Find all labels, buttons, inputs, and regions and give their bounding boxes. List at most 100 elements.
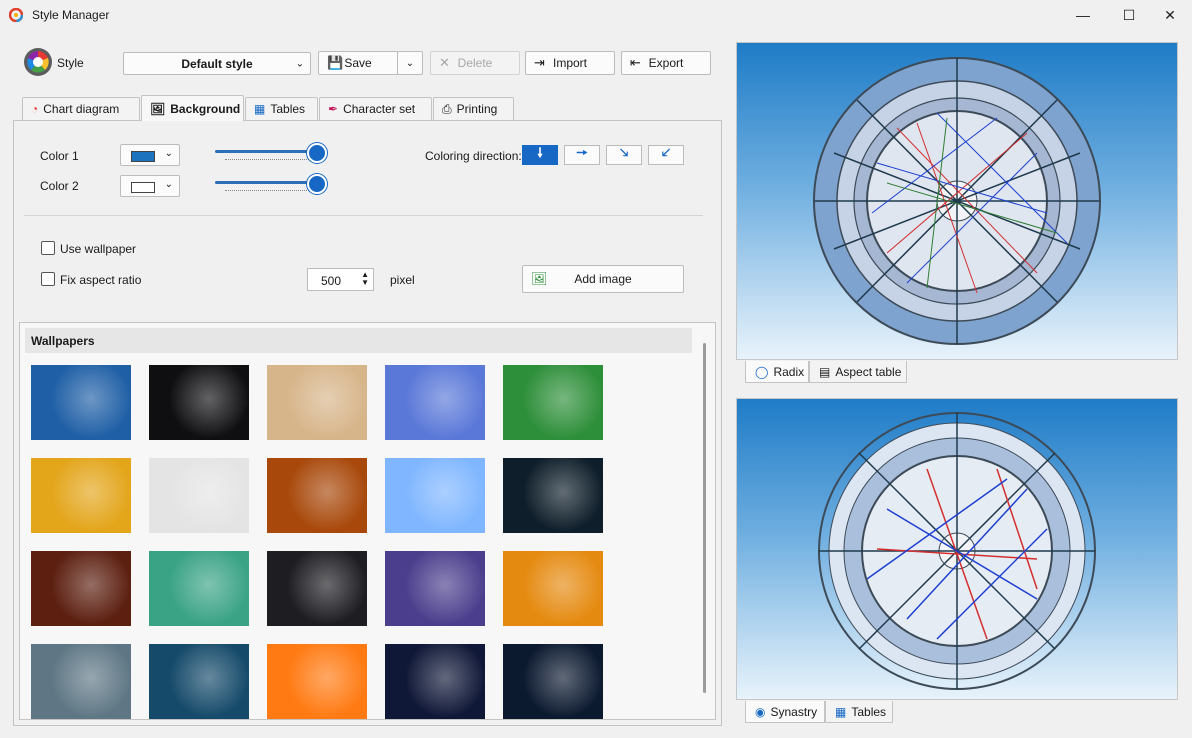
tab-background[interactable]: 🖼 Background xyxy=(141,95,244,121)
add-image-label: Add image xyxy=(574,272,632,286)
tab-character-set[interactable]: ✒ Character set xyxy=(319,97,432,120)
tab-radix[interactable]: ◯ Radix xyxy=(745,361,809,383)
wallpapers-scrollbar[interactable] xyxy=(703,343,706,693)
coloring-direction-label: Coloring direction: xyxy=(425,149,522,163)
wallpaper-thumbnail[interactable] xyxy=(503,365,603,440)
synastry-chart-graphic xyxy=(818,412,1096,690)
wallpaper-thumbnail[interactable] xyxy=(503,458,603,533)
fix-aspect-ratio-checkbox[interactable] xyxy=(41,272,55,286)
circle-icon: ◯ xyxy=(755,364,769,379)
radix-chart-graphic xyxy=(813,57,1101,345)
maximize-button[interactable]: ☐ xyxy=(1106,0,1152,30)
wallpaper-thumbnail[interactable] xyxy=(503,644,603,719)
size-spinner[interactable]: 500 ▲ ▼ xyxy=(307,268,374,291)
radix-preview xyxy=(736,42,1178,360)
delete-label: Delete xyxy=(457,56,493,70)
wallpaper-thumbnail[interactable] xyxy=(31,365,131,440)
tab-printing[interactable]: ⎙ Printing xyxy=(433,97,514,120)
right-arrow-icon: 🠖 xyxy=(576,145,588,160)
wallpaper-thumbnail[interactable] xyxy=(31,458,131,533)
wallpaper-thumbnail[interactable] xyxy=(31,644,131,719)
table-icon: ▦ xyxy=(254,102,266,116)
direction-down-left-button[interactable]: 🡗 xyxy=(648,145,684,165)
wallpaper-thumbnail[interactable] xyxy=(385,644,485,719)
chevron-down-icon: ⌄ xyxy=(164,148,173,159)
wallpapers-header: Wallpapers xyxy=(25,328,692,353)
tab-label: Tables xyxy=(270,102,306,116)
color1-slider-thumb[interactable] xyxy=(307,143,327,163)
export-button[interactable]: ⇤ Export xyxy=(621,51,711,75)
image-icon: 🖼 xyxy=(531,271,548,286)
add-image-button[interactable]: 🖼 Add image xyxy=(522,265,684,293)
direction-down-button[interactable]: 🠗 xyxy=(522,145,558,165)
app-logo-icon xyxy=(9,8,23,22)
wallpaper-thumbnail[interactable] xyxy=(267,551,367,626)
style-wheel-icon xyxy=(24,48,52,76)
target-icon: ◉ xyxy=(755,704,766,719)
fix-aspect-ratio-label: Fix aspect ratio xyxy=(60,273,142,287)
tab-tables-preview[interactable]: ▦ Tables xyxy=(825,701,893,723)
wallpaper-thumbnail[interactable] xyxy=(267,365,367,440)
wallpaper-thumbnail[interactable] xyxy=(385,458,485,533)
use-wallpaper-checkbox[interactable] xyxy=(41,241,55,255)
tab-tables[interactable]: ▦ Tables xyxy=(245,97,318,120)
image-icon: 🖼 xyxy=(150,101,166,116)
wallpaper-thumbnail[interactable] xyxy=(149,365,249,440)
tab-synastry[interactable]: ◉ Synastry xyxy=(745,701,825,723)
style-select-value: Default style xyxy=(181,56,253,71)
pen-icon: ✒ xyxy=(328,102,339,116)
delete-button[interactable]: ✕ Delete xyxy=(430,51,520,75)
spinner-arrows-icon[interactable]: ▲ ▼ xyxy=(361,271,369,287)
color2-slider-track[interactable] xyxy=(215,181,318,184)
tab-label: Radix xyxy=(773,364,805,379)
chevron-down-icon: ⌄ xyxy=(295,58,304,69)
color1-picker[interactable]: ⌄ xyxy=(120,144,180,166)
slider-ticks xyxy=(225,188,315,191)
wallpaper-thumbnail[interactable] xyxy=(149,458,249,533)
direction-right-button[interactable]: 🠖 xyxy=(564,145,600,165)
tab-label: Tables xyxy=(851,704,887,719)
wallpapers-title: Wallpapers xyxy=(31,334,95,348)
synastry-preview xyxy=(736,398,1178,700)
color2-swatch xyxy=(131,182,155,193)
size-unit-label: pixel xyxy=(390,273,415,287)
save-label: Save xyxy=(344,56,372,70)
color1-slider-track[interactable] xyxy=(215,150,318,153)
color2-picker[interactable]: ⌄ xyxy=(120,175,180,197)
wallpaper-thumbnail[interactable] xyxy=(149,644,249,719)
wallpaper-thumbnail[interactable] xyxy=(385,365,485,440)
down-arrow-icon: 🠗 xyxy=(537,145,543,160)
direction-down-right-button[interactable]: 🡖 xyxy=(606,145,642,165)
style-select[interactable]: Default style ⌄ xyxy=(123,52,311,75)
down-right-arrow-icon: 🡖 xyxy=(619,145,629,160)
import-button[interactable]: ⇥ Import xyxy=(525,51,615,75)
tab-label: Synastry xyxy=(770,704,818,719)
title-bar: Style Manager — ☐ ✕ xyxy=(0,0,1192,30)
tab-label: Printing xyxy=(456,102,498,116)
color2-label: Color 2 xyxy=(40,179,79,193)
tab-label: Chart diagram xyxy=(43,102,120,116)
wallpaper-thumbnail[interactable] xyxy=(267,458,367,533)
chevron-down-icon: ⌄ xyxy=(405,57,415,69)
wallpaper-thumbnail[interactable] xyxy=(503,551,603,626)
wallpaper-thumbnail[interactable] xyxy=(149,551,249,626)
wallpaper-thumbnail[interactable] xyxy=(385,551,485,626)
wallpaper-thumbnail[interactable] xyxy=(267,644,367,719)
color1-swatch xyxy=(131,151,155,162)
tab-aspect-table[interactable]: ▤ Aspect table xyxy=(809,361,907,383)
down-left-arrow-icon: 🡗 xyxy=(661,145,671,160)
stairs-icon: ▤ xyxy=(819,364,831,379)
color2-slider-thumb[interactable] xyxy=(307,174,327,194)
tab-chart-diagram[interactable]: ◔ Chart diagram xyxy=(22,97,140,120)
import-icon: ⇥ xyxy=(534,55,545,70)
save-button[interactable]: 💾 Save xyxy=(318,51,398,75)
save-dropdown-button[interactable]: ⌄ xyxy=(397,51,423,75)
close-button[interactable]: ✕ xyxy=(1147,0,1192,30)
minimize-button[interactable]: — xyxy=(1060,0,1106,30)
use-wallpaper-label: Use wallpaper xyxy=(60,242,137,256)
color1-label: Color 1 xyxy=(40,149,79,163)
pie-icon: ◔ xyxy=(31,102,39,116)
size-value: 500 xyxy=(321,274,342,288)
save-icon: 💾 xyxy=(327,55,344,70)
wallpaper-thumbnail[interactable] xyxy=(31,551,131,626)
